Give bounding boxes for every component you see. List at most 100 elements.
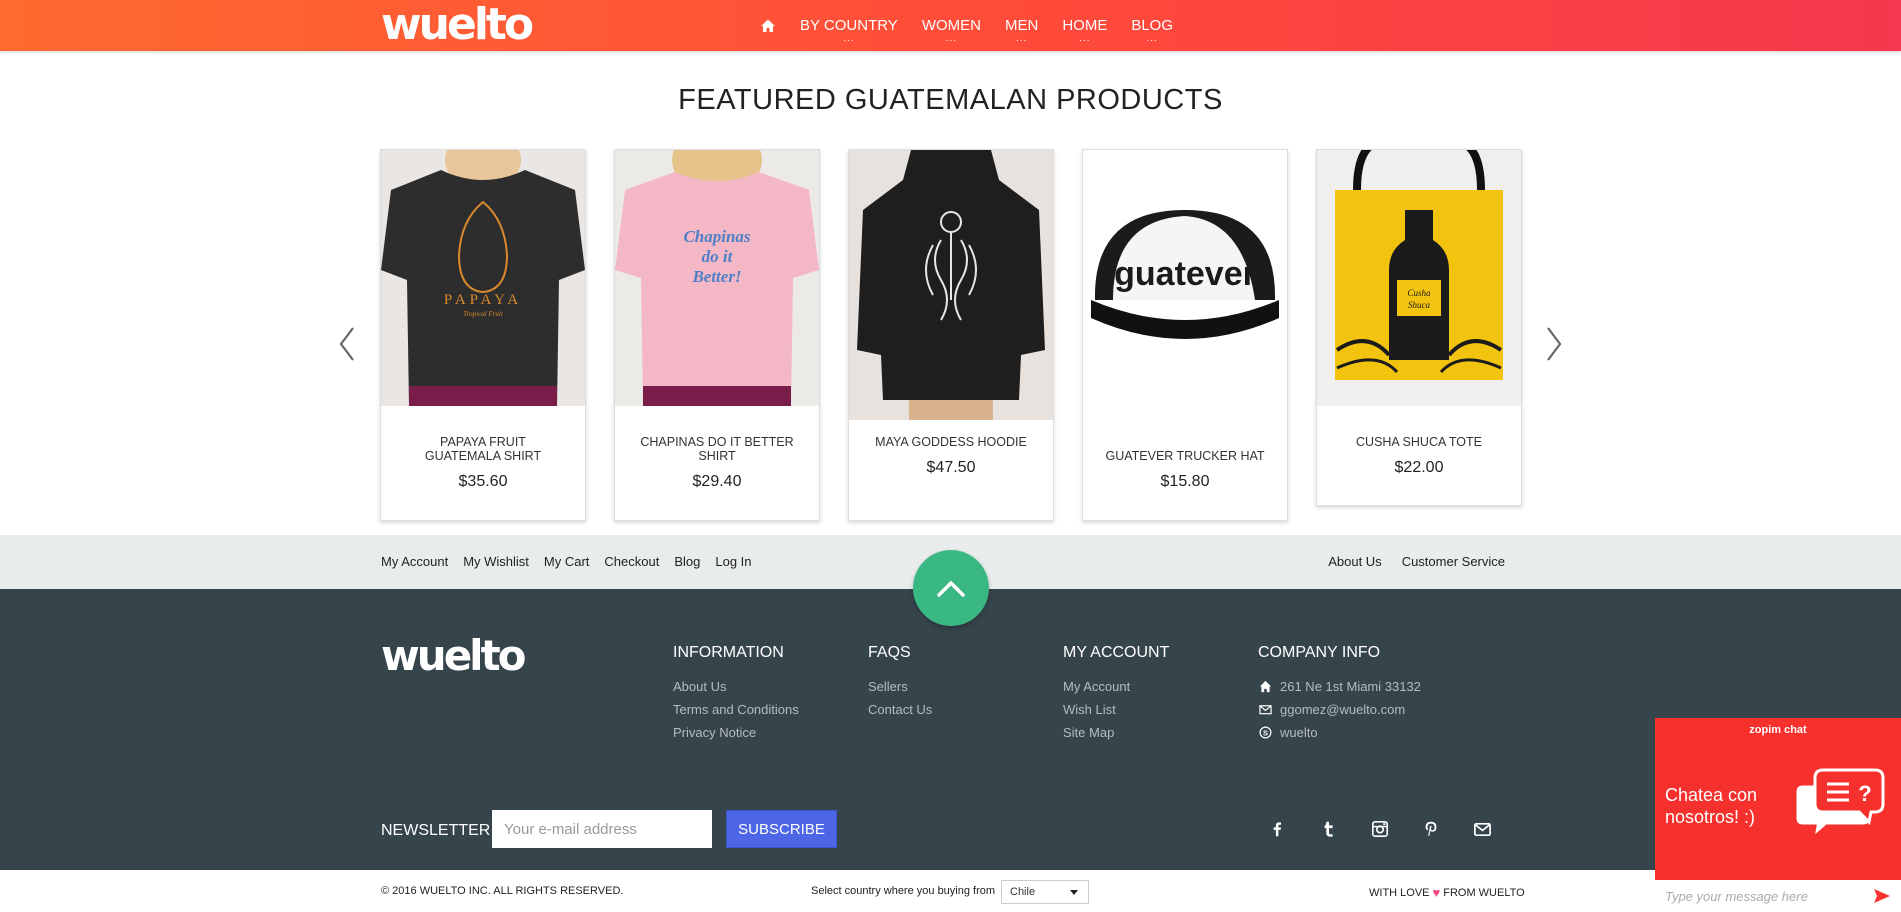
maya-hoodie-image [857, 150, 1045, 420]
trucker-hat-image: guatever [1091, 210, 1279, 339]
main-nav: BY COUNTRY... WOMEN... MEN... HOME... BL… [760, 0, 1197, 51]
product-price: $47.50 [926, 459, 976, 476]
shirt-art-text: PAPAYA [444, 292, 522, 308]
papaya-shirt-image: PAPAYA Tropical Fruit [381, 150, 585, 406]
mail-icon[interactable] [1471, 818, 1493, 840]
product-card[interactable]: PAPAYA Tropical Fruit PAPAYA FRUIT GUATE… [380, 149, 586, 521]
chat-message-input[interactable] [1655, 880, 1855, 912]
account-links: My Account My Wishlist My Cart Checkout … [381, 554, 767, 569]
instagram-icon[interactable] [1369, 818, 1391, 840]
link-blog[interactable]: Blog [674, 554, 700, 569]
footer-heading: COMPANY INFO [1258, 644, 1381, 661]
product-image[interactable]: Chapinas do it Better! [615, 150, 819, 406]
company-email-text[interactable]: ggomez@wuelto.com [1280, 698, 1405, 721]
link-checkout[interactable]: Checkout [604, 554, 659, 569]
footer-link-terms[interactable]: Terms and Conditions [673, 698, 799, 721]
link-customer-service[interactable]: Customer Service [1402, 554, 1505, 569]
chat-brand: zopim chat [1749, 724, 1807, 736]
home-icon [1258, 680, 1272, 694]
product-image[interactable]: guatever [1083, 150, 1287, 406]
product-image[interactable]: Cusha Shuca [1317, 150, 1521, 406]
bottom-bar: © 2016 WUELTO INC. ALL RIGHTS RESERVED. … [0, 870, 1901, 912]
nav-by-country[interactable]: BY COUNTRY... [800, 17, 898, 44]
footer-link-contact[interactable]: Contact Us [868, 698, 932, 721]
nav-label: BLOG [1131, 17, 1174, 34]
footer-heading: MY ACCOUNT [1063, 644, 1170, 661]
footer-link-my-account[interactable]: My Account [1063, 675, 1169, 698]
svg-text:Tropical Fruit: Tropical Fruit [463, 310, 504, 318]
product-card[interactable]: MAYA GODDESS HOODIE $47.50 [848, 149, 1054, 521]
product-name[interactable]: GUATEVER TRUCKER HAT [1083, 435, 1287, 463]
chat-bubble-icon: ? [1785, 766, 1885, 846]
chat-widget[interactable]: zopim chat Chatea con nosotros! :) ? [1655, 718, 1901, 912]
carousel-prev-arrow[interactable] [335, 324, 359, 364]
footer-logo[interactable]: wuelto [381, 631, 527, 680]
chat-greeting: Chatea con nosotros! :) [1665, 785, 1758, 827]
product-card[interactable]: Chapinas do it Better! CHAPINAS DO IT BE… [614, 149, 820, 521]
footer-heading: INFORMATION [673, 644, 784, 661]
product-name[interactable]: CUSHA SHUCA TOTE [1317, 435, 1521, 449]
submenu-dots: ... [1079, 33, 1091, 44]
heart-icon: ♥ [1432, 885, 1441, 900]
country-label: Select country where you buying from [811, 885, 996, 897]
love-prefix: WITH LOVE [1369, 886, 1430, 899]
svg-text:Shuca: Shuca [1408, 300, 1430, 310]
nav-label: WOMEN [921, 17, 981, 34]
facebook-icon[interactable] [1266, 818, 1288, 840]
home-icon[interactable] [760, 18, 776, 34]
footer-link-about-us[interactable]: About Us [673, 675, 799, 698]
product-name[interactable]: MAYA GODDESS HOODIE [849, 435, 1053, 449]
site-logo[interactable]: wuelto [381, 3, 534, 47]
link-about-us[interactable]: About Us [1328, 554, 1381, 569]
product-card[interactable]: guatever GUATEVER TRUCKER HAT $15.80 [1082, 149, 1288, 521]
footer-company-info: COMPANY INFO 261 Ne 1st Miami 33132 ggom… [1258, 644, 1421, 744]
company-skype[interactable]: S wuelto [1258, 721, 1421, 744]
company-skype-text[interactable]: wuelto [1280, 721, 1318, 744]
copyright-text: © 2016 WUELTO INC. ALL RIGHTS RESERVED. [381, 885, 624, 897]
send-icon[interactable] [1873, 888, 1891, 904]
tumblr-icon[interactable] [1318, 818, 1340, 840]
footer-my-account: MY ACCOUNT My Account Wish List Site Map [1063, 644, 1169, 744]
caret-down-icon [1070, 890, 1078, 895]
chevron-up-icon [937, 581, 965, 597]
footer-link-sellers[interactable]: Sellers [868, 675, 932, 698]
nav-label: MEN [1004, 17, 1039, 34]
newsletter-label: NEWSLETTER [381, 822, 491, 839]
submenu-dots: ... [1015, 33, 1028, 44]
svg-text:Chapinas: Chapinas [683, 227, 750, 246]
link-my-wishlist[interactable]: My Wishlist [463, 554, 529, 569]
product-price: $35.60 [458, 473, 508, 490]
nav-home[interactable]: HOME... [1062, 17, 1107, 44]
chapinas-shirt-image: Chapinas do it Better! [615, 150, 819, 406]
svg-text:Better!: Better! [691, 267, 741, 286]
pinterest-icon[interactable] [1420, 818, 1442, 840]
nav-label: BY COUNTRY [800, 17, 898, 34]
footer-faqs: FAQS Sellers Contact Us [868, 644, 932, 721]
link-my-account[interactable]: My Account [381, 554, 448, 569]
mail-icon [1258, 703, 1272, 717]
product-image[interactable] [849, 150, 1053, 420]
product-name[interactable]: PAPAYA FRUIT GUATEMALA SHIRT [381, 435, 585, 463]
info-links: About Us Customer Service [1308, 554, 1505, 569]
product-price: $15.80 [1160, 473, 1210, 490]
product-card[interactable]: Cusha Shuca CUSHA SHUCA TOTE $22.00 [1316, 149, 1522, 506]
footer-link-wish-list[interactable]: Wish List [1063, 698, 1169, 721]
subscribe-button[interactable]: SUBSCRIBE [726, 810, 837, 848]
company-email[interactable]: ggomez@wuelto.com [1258, 698, 1421, 721]
product-name[interactable]: CHAPINAS DO IT BETTER SHIRT [615, 435, 819, 463]
footer-link-privacy[interactable]: Privacy Notice [673, 721, 799, 744]
footer-link-site-map[interactable]: Site Map [1063, 721, 1169, 744]
nav-blog[interactable]: BLOG... [1131, 17, 1174, 44]
footer-information: INFORMATION About Us Terms and Condition… [673, 644, 799, 744]
newsletter-email-input[interactable] [492, 810, 712, 848]
link-log-in[interactable]: Log In [715, 554, 751, 569]
nav-women[interactable]: WOMEN... [921, 17, 981, 44]
country-select[interactable]: Chile [1001, 880, 1089, 904]
carousel-next-arrow[interactable] [1542, 324, 1566, 364]
with-love-text: WITH LOVE ♥ FROM WUELTO [1369, 885, 1525, 900]
nav-men[interactable]: MEN... [1004, 17, 1039, 44]
link-my-cart[interactable]: My Cart [544, 554, 590, 569]
product-price: $29.40 [692, 473, 742, 490]
scroll-to-top-button[interactable] [913, 550, 989, 626]
product-image[interactable]: PAPAYA Tropical Fruit [381, 150, 585, 406]
